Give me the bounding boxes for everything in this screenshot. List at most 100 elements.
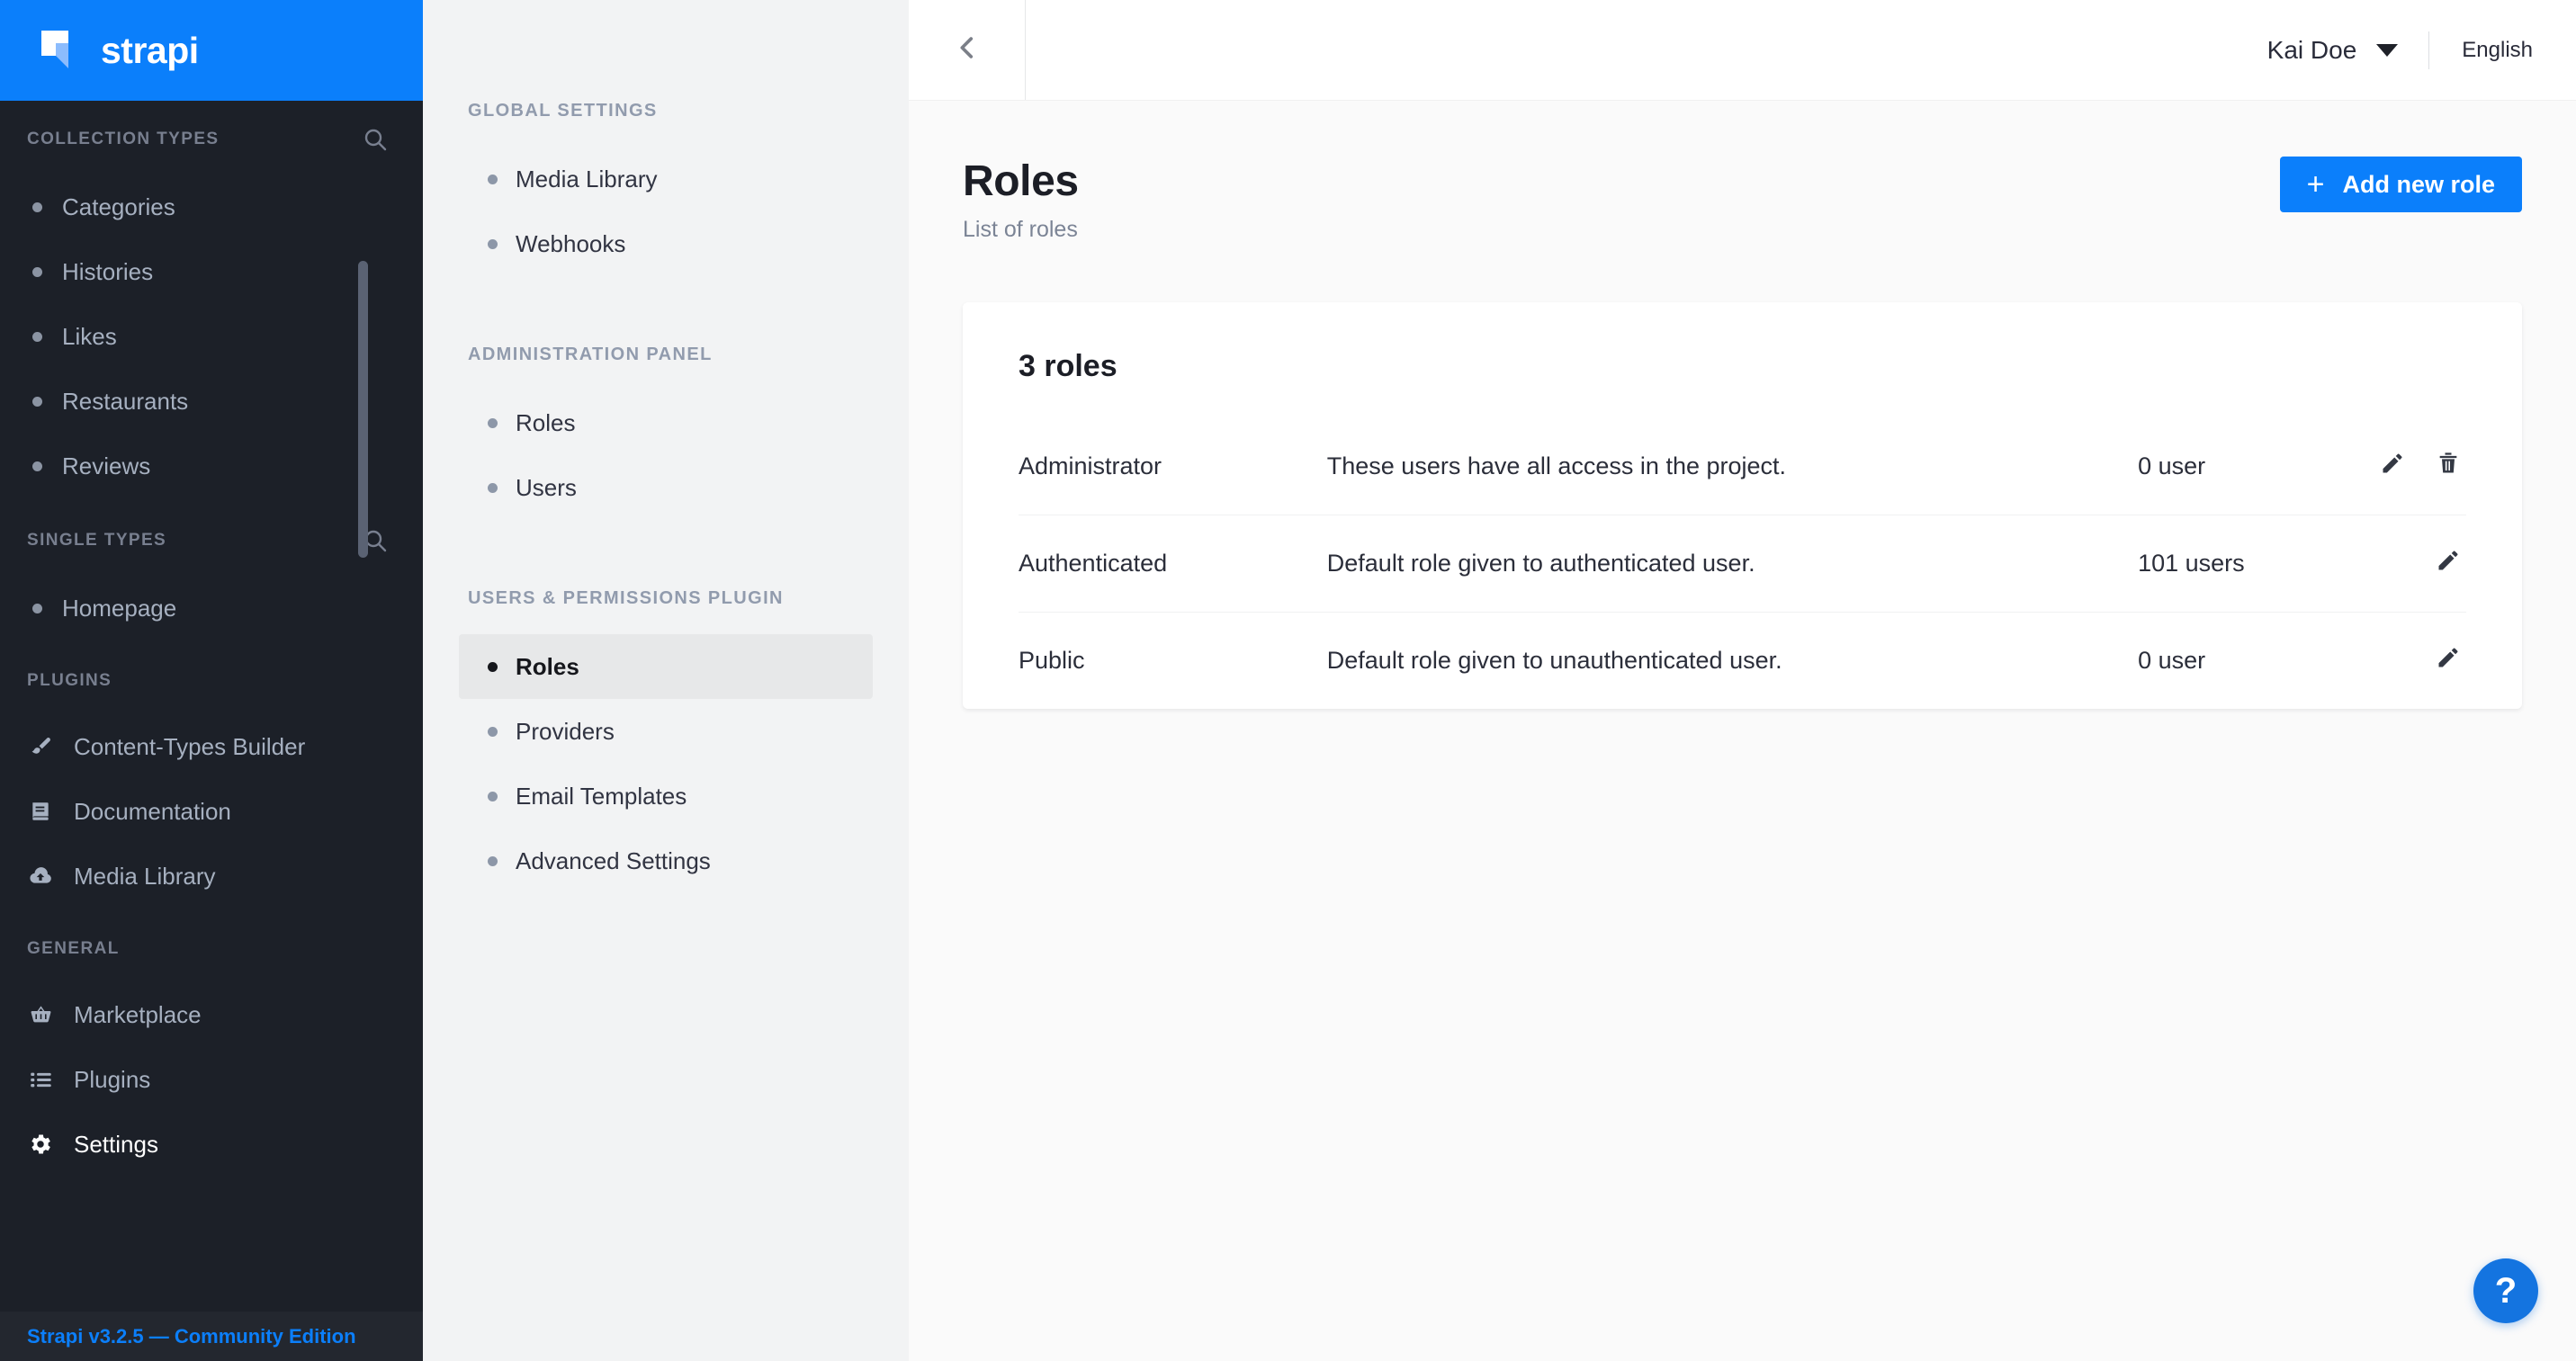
language-selector[interactable]: English xyxy=(2429,38,2576,63)
page-subtitle: List of roles xyxy=(963,217,1079,243)
sidebar-item-label: Marketplace xyxy=(74,1001,202,1029)
sidebar-item-label: Restaurants xyxy=(62,388,188,416)
subnav-group-administration-panel: ADMINISTRATION PANEL Roles Users xyxy=(423,345,909,520)
sidebar-item-homepage[interactable]: Homepage xyxy=(0,576,423,640)
subnav-spacer xyxy=(423,529,909,588)
bullet-dot-icon xyxy=(32,461,42,471)
row-action-group xyxy=(2380,548,2466,579)
subnav-item-admin-users[interactable]: Users xyxy=(459,455,873,520)
bullet-dot-icon xyxy=(488,418,498,428)
role-actions xyxy=(2380,418,2466,515)
sidebar-item-media-library[interactable]: Media Library xyxy=(0,844,423,909)
sidebar-section-title: SINGLE TYPES xyxy=(27,531,166,551)
edit-icon[interactable] xyxy=(2380,451,2405,482)
sidebar-item-label: Homepage xyxy=(62,595,176,622)
subnav-item-providers[interactable]: Providers xyxy=(459,699,873,764)
row-action-group xyxy=(2380,451,2466,482)
roles-table: Administrator These users have all acces… xyxy=(1019,418,2466,709)
subnav-item-label: Users xyxy=(516,474,577,502)
role-description: Default role given to authenticated user… xyxy=(1327,515,2138,613)
brand-name: strapi xyxy=(101,30,199,72)
role-name: Administrator xyxy=(1019,418,1327,515)
page-header: Roles List of roles + Add new role xyxy=(963,157,2522,243)
sidebar-item-label: Histories xyxy=(62,258,153,286)
shopping-basket-icon xyxy=(27,1001,54,1028)
main-sidebar: strapi COLLECTION TYPES Categories Histo… xyxy=(0,0,423,1361)
role-user-count: 0 user xyxy=(2138,418,2380,515)
sidebar-divider-gap xyxy=(0,909,423,939)
plus-icon: + xyxy=(2307,169,2325,200)
subnav-group-title: ADMINISTRATION PANEL xyxy=(423,345,909,365)
sidebar-item-plugins[interactable]: Plugins xyxy=(0,1047,423,1112)
subnav-item-label: Email Templates xyxy=(516,783,687,810)
edit-icon[interactable] xyxy=(2436,645,2461,676)
sidebar-item-label: Categories xyxy=(62,193,175,221)
bullet-dot-icon xyxy=(488,792,498,801)
sidebar-item-label: Documentation xyxy=(74,798,231,826)
subnav-item-admin-roles[interactable]: Roles xyxy=(459,390,873,455)
bullet-dot-icon xyxy=(32,202,42,212)
sidebar-version-footer[interactable]: Strapi v3.2.5 — Community Edition xyxy=(0,1312,423,1361)
bullet-dot-icon xyxy=(488,239,498,249)
subnav-item-advanced-settings[interactable]: Advanced Settings xyxy=(459,828,873,893)
sidebar-item-categories[interactable]: Categories xyxy=(0,175,423,239)
main-area: Kai Doe English Roles List of roles + Ad… xyxy=(909,0,2576,1361)
app-root: strapi COLLECTION TYPES Categories Histo… xyxy=(0,0,2576,1361)
subnav-item-label: Providers xyxy=(516,718,615,746)
sidebar-item-documentation[interactable]: Documentation xyxy=(0,779,423,844)
sidebar-item-content-types-builder[interactable]: Content-Types Builder xyxy=(0,714,423,779)
delete-icon[interactable] xyxy=(2436,451,2461,482)
add-new-role-button[interactable]: + Add new role xyxy=(2280,157,2522,212)
subnav-spacer xyxy=(423,285,909,345)
help-button[interactable]: ? xyxy=(2473,1258,2538,1323)
sidebar-section-general: GENERAL xyxy=(0,939,423,959)
page-title: Roles xyxy=(963,157,1079,206)
sidebar-item-marketplace[interactable]: Marketplace xyxy=(0,982,423,1047)
subnav-group-title: GLOBAL SETTINGS xyxy=(423,101,909,121)
sidebar-item-label: Media Library xyxy=(74,863,216,891)
roles-card: 3 roles Administrator These users have a… xyxy=(963,302,2522,709)
question-mark-icon: ? xyxy=(2495,1271,2517,1312)
add-new-role-label: Add new role xyxy=(2342,171,2495,199)
row-action-group xyxy=(2380,645,2466,676)
table-row[interactable]: Administrator These users have all acces… xyxy=(1019,418,2466,515)
subnav-item-label: Advanced Settings xyxy=(516,847,711,875)
role-name: Public xyxy=(1019,613,1327,710)
user-menu[interactable]: Kai Doe xyxy=(2267,36,2429,65)
edit-icon[interactable] xyxy=(2436,548,2461,579)
search-icon[interactable] xyxy=(364,128,387,151)
subnav-item-webhooks[interactable]: Webhooks xyxy=(459,211,873,276)
strapi-logo-icon xyxy=(38,27,85,74)
book-icon xyxy=(27,798,54,825)
brand-header[interactable]: strapi xyxy=(0,0,423,101)
sidebar-section-title: GENERAL xyxy=(27,939,120,959)
sidebar-item-label: Reviews xyxy=(62,452,150,480)
sidebar-scroll-area: COLLECTION TYPES Categories Histories Li… xyxy=(0,101,423,1312)
subnav-item-label: Roles xyxy=(516,409,575,437)
role-user-count: 0 user xyxy=(2138,613,2380,710)
bullet-dot-icon xyxy=(32,397,42,407)
subnav-group-global-settings: GLOBAL SETTINGS Media Library Webhooks xyxy=(423,101,909,276)
sidebar-divider-gap xyxy=(0,640,423,671)
sidebar-item-label: Content-Types Builder xyxy=(74,733,305,761)
sidebar-scrollbar[interactable] xyxy=(358,261,368,558)
subnav-item-label: Media Library xyxy=(516,166,658,193)
table-row[interactable]: Public Default role given to unauthentic… xyxy=(1019,613,2466,710)
chevron-down-icon xyxy=(2376,44,2398,57)
roles-count: 3 roles xyxy=(1019,302,2466,384)
paintbrush-icon xyxy=(27,733,54,760)
bullet-dot-icon xyxy=(488,483,498,493)
chevron-left-icon xyxy=(952,32,983,67)
settings-subnav: GLOBAL SETTINGS Media Library Webhooks A… xyxy=(423,0,909,1361)
bullet-dot-icon xyxy=(488,856,498,866)
subnav-item-roles[interactable]: Roles xyxy=(459,634,873,699)
subnav-group-title: USERS & PERMISSIONS PLUGIN xyxy=(423,588,909,609)
subnav-group-users-permissions-plugin: USERS & PERMISSIONS PLUGIN Roles Provide… xyxy=(423,588,909,893)
role-actions xyxy=(2380,515,2466,613)
page-heading-block: Roles List of roles xyxy=(963,157,1079,243)
sidebar-item-settings[interactable]: Settings xyxy=(0,1112,423,1177)
subnav-item-email-templates[interactable]: Email Templates xyxy=(459,764,873,828)
table-row[interactable]: Authenticated Default role given to auth… xyxy=(1019,515,2466,613)
subnav-item-media-library[interactable]: Media Library xyxy=(459,147,873,211)
sidebar-collapse-button[interactable] xyxy=(909,0,1026,100)
